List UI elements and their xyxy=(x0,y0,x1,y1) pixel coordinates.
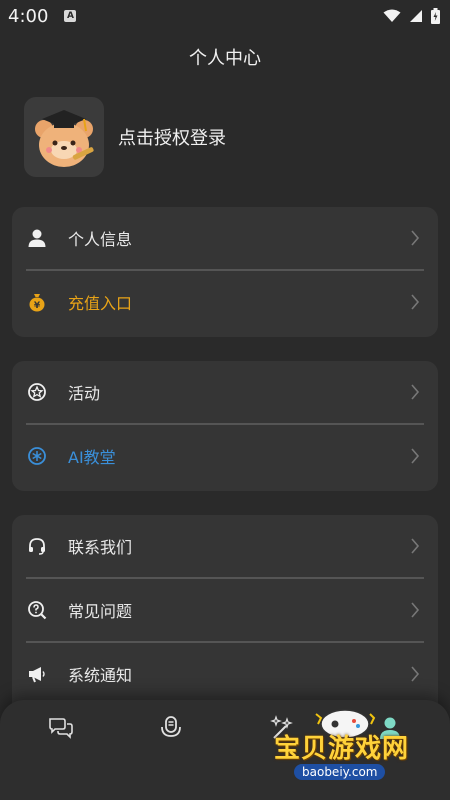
battery-icon xyxy=(431,8,440,24)
wifi-icon xyxy=(383,9,401,22)
bear-mascot-icon xyxy=(35,110,94,167)
status-time: 4:00 xyxy=(8,5,49,27)
login-prompt[interactable]: 点击授权登录 xyxy=(118,124,226,150)
notification-a-icon: A xyxy=(64,10,77,22)
menu-item-ai-class[interactable]: AI教堂 xyxy=(12,425,438,487)
chevron-right-icon xyxy=(411,294,420,310)
signal-icon xyxy=(410,10,422,22)
watermark-title: 宝贝游戏网 xyxy=(274,734,410,764)
profile-login[interactable]: 点击授权登录 xyxy=(24,97,226,177)
chevron-right-icon xyxy=(411,448,420,464)
menu-label: AI教堂 xyxy=(68,448,116,467)
menu-item-activity[interactable]: 活动 xyxy=(12,361,438,423)
menu-card-features: 活动 AI教堂 xyxy=(12,361,438,491)
microphone-icon xyxy=(161,716,181,737)
menu-label: 常见问题 xyxy=(68,602,133,621)
chevron-right-icon xyxy=(411,666,420,682)
menu-label: 个人信息 xyxy=(68,230,133,249)
megaphone-icon xyxy=(26,663,48,685)
page-title: 个人中心 xyxy=(189,48,261,69)
watermark: 宝贝游戏网 baobeiy.com xyxy=(270,702,448,798)
status-indicators xyxy=(383,8,440,24)
status-bar: 4:00 A xyxy=(0,0,450,32)
menu-label: 系统通知 xyxy=(68,666,133,685)
menu-label: 充值入口 xyxy=(68,294,133,313)
chevron-right-icon xyxy=(411,602,420,618)
menu-item-system-notice[interactable]: 系统通知 xyxy=(12,643,438,705)
chat-icon xyxy=(49,718,73,739)
menu-label: 活动 xyxy=(68,384,101,403)
menu-card-support: 联系我们 常见问题 系统通知 xyxy=(12,515,438,715)
question-search-icon xyxy=(26,599,48,621)
menu-item-contact-us[interactable]: 联系我们 xyxy=(12,515,438,577)
menu-item-recharge[interactable]: ¥ 充值入口 xyxy=(12,271,438,333)
menu-item-faq[interactable]: 常见问题 xyxy=(12,579,438,641)
menu-label: 联系我们 xyxy=(68,538,133,557)
money-bag-icon: ¥ xyxy=(26,291,48,313)
chevron-right-icon xyxy=(411,384,420,400)
svg-text:¥: ¥ xyxy=(34,301,41,311)
nav-chat[interactable] xyxy=(47,714,75,742)
menu-card-account: 个人信息 ¥ 充值入口 xyxy=(12,207,438,337)
person-icon xyxy=(26,227,48,249)
chevron-right-icon xyxy=(411,230,420,246)
headset-icon xyxy=(26,535,48,557)
menu-item-personal-info[interactable]: 个人信息 xyxy=(12,207,438,269)
chevron-right-icon xyxy=(411,538,420,554)
ai-class-icon xyxy=(26,445,48,467)
nav-voice[interactable] xyxy=(157,714,185,742)
watermark-url: baobeiy.com xyxy=(294,764,386,780)
avatar[interactable] xyxy=(24,97,104,177)
activity-badge-icon xyxy=(26,381,48,403)
